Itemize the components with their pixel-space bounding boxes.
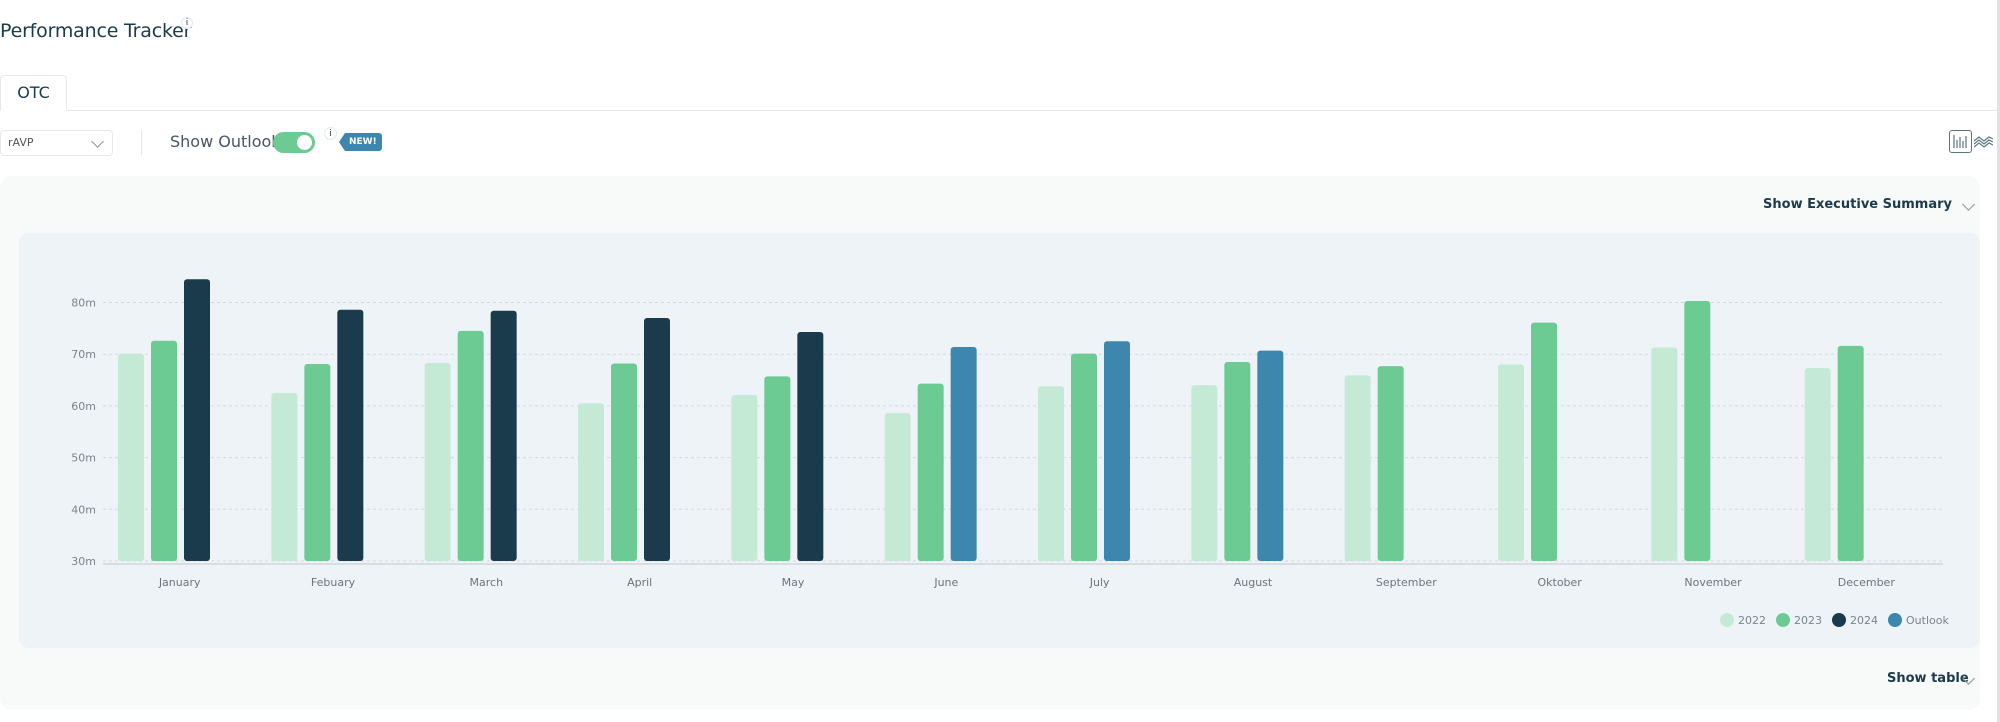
bar-chart-icon[interactable] (1949, 130, 1972, 153)
show-outlook-label: Show Outlook (170, 132, 281, 151)
show-executive-summary-button[interactable]: Show Executive Summary (1763, 197, 1952, 212)
divider (141, 130, 142, 156)
legend-item-2022[interactable]: 2022 (1720, 613, 1766, 627)
legend-item-outlook[interactable]: Outlook (1888, 613, 1949, 627)
legend-label: Outlook (1906, 613, 1949, 627)
page-title: Performance Tracker (0, 20, 192, 42)
legend-swatch (1888, 613, 1902, 627)
info-icon[interactable]: i (181, 17, 193, 29)
chevron-down-icon (91, 135, 104, 148)
legend: 2022 2023 2024 Outlook (1720, 613, 1949, 627)
legend-swatch (1720, 613, 1734, 627)
legend-label: 2022 (1738, 613, 1766, 627)
metric-select-value: rAVP (8, 136, 34, 149)
legend-swatch (1776, 613, 1790, 627)
tabs-divider (0, 110, 2000, 111)
legend-label: 2023 (1794, 613, 1822, 627)
line-chart-icon[interactable] (1974, 135, 1993, 149)
legend-label: 2024 (1850, 613, 1878, 627)
show-outlook-toggle[interactable] (273, 132, 315, 153)
legend-item-2024[interactable]: 2024 (1832, 613, 1878, 627)
tab-otc[interactable]: OTC (0, 75, 67, 111)
metric-select[interactable]: rAVP (0, 130, 113, 156)
legend-swatch (1832, 613, 1846, 627)
show-table-button[interactable]: Show table (1887, 671, 1969, 686)
info-icon[interactable]: i (324, 127, 337, 140)
toggle-knob (297, 135, 312, 150)
chart-area (19, 233, 1980, 648)
new-badge: NEW! (339, 133, 382, 151)
legend-item-2023[interactable]: 2023 (1776, 613, 1822, 627)
